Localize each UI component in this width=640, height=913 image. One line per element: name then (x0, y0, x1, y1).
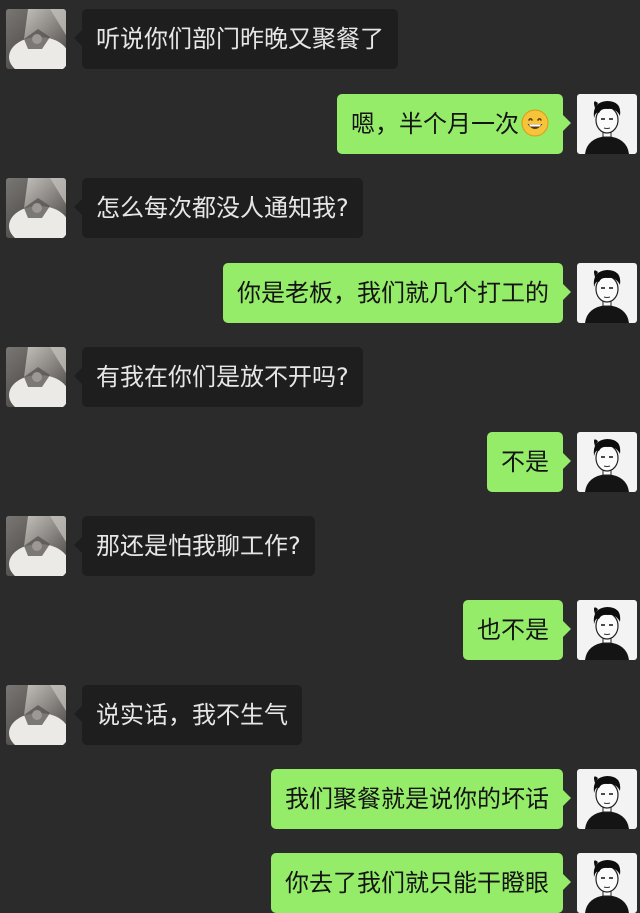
boss-avatar[interactable] (6, 516, 66, 576)
message-row: 有我在你们是放不开吗? (0, 347, 640, 407)
cartoon-boy-icon (577, 94, 637, 154)
boss-photo-icon (6, 178, 66, 238)
my-avatar[interactable] (577, 853, 637, 913)
boss-avatar[interactable] (6, 347, 66, 407)
boss-photo-icon (6, 347, 66, 407)
boss-avatar[interactable] (6, 9, 66, 69)
chat-window[interactable]: 听说你们部门昨晚又聚餐了 嗯，半个月一次 怎么每次都没人通知我? 你是老板，我们… (0, 0, 640, 913)
incoming-message-bubble[interactable]: 那还是怕我聊工作? (74, 516, 315, 576)
message-row: 那还是怕我聊工作? (0, 516, 640, 576)
my-avatar[interactable] (577, 600, 637, 660)
incoming-message-bubble[interactable]: 有我在你们是放不开吗? (74, 347, 363, 407)
cartoon-boy-icon (577, 432, 637, 492)
cartoon-boy-icon (577, 769, 637, 829)
my-avatar[interactable] (577, 94, 637, 154)
message-row: 不是 (0, 432, 640, 492)
outgoing-message-bubble[interactable]: 也不是 (463, 600, 571, 660)
message-row: 听说你们部门昨晚又聚餐了 (0, 9, 640, 69)
incoming-message-bubble[interactable]: 听说你们部门昨晚又聚餐了 (74, 9, 398, 69)
message-row: 你是老板，我们就几个打工的 (0, 263, 640, 323)
outgoing-message-bubble[interactable]: 不是 (487, 432, 571, 492)
grinning-face-emoji-icon (521, 109, 549, 137)
message-row: 嗯，半个月一次 (0, 94, 640, 154)
outgoing-message-bubble[interactable]: 我们聚餐就是说你的坏话 (271, 769, 571, 829)
cartoon-boy-icon (577, 853, 637, 913)
outgoing-message-bubble[interactable]: 你是老板，我们就几个打工的 (223, 263, 571, 323)
incoming-message-bubble[interactable]: 说实话，我不生气 (74, 685, 302, 745)
boss-photo-icon (6, 685, 66, 745)
boss-avatar[interactable] (6, 178, 66, 238)
message-row: 怎么每次都没人通知我? (0, 178, 640, 238)
message-row: 我们聚餐就是说你的坏话 (0, 769, 640, 829)
message-row: 也不是 (0, 600, 640, 660)
my-avatar[interactable] (577, 432, 637, 492)
outgoing-message-bubble[interactable]: 嗯，半个月一次 (337, 94, 571, 154)
outgoing-message-bubble[interactable]: 你去了我们就只能干瞪眼 (271, 853, 571, 913)
boss-photo-icon (6, 9, 66, 69)
my-avatar[interactable] (577, 769, 637, 829)
message-text: 嗯，半个月一次 (351, 110, 519, 138)
cartoon-boy-icon (577, 600, 637, 660)
boss-photo-icon (6, 516, 66, 576)
message-row: 说实话，我不生气 (0, 685, 640, 745)
my-avatar[interactable] (577, 263, 637, 323)
incoming-message-bubble[interactable]: 怎么每次都没人通知我? (74, 178, 363, 238)
cartoon-boy-icon (577, 263, 637, 323)
message-row: 你去了我们就只能干瞪眼 (0, 853, 640, 913)
boss-avatar[interactable] (6, 685, 66, 745)
